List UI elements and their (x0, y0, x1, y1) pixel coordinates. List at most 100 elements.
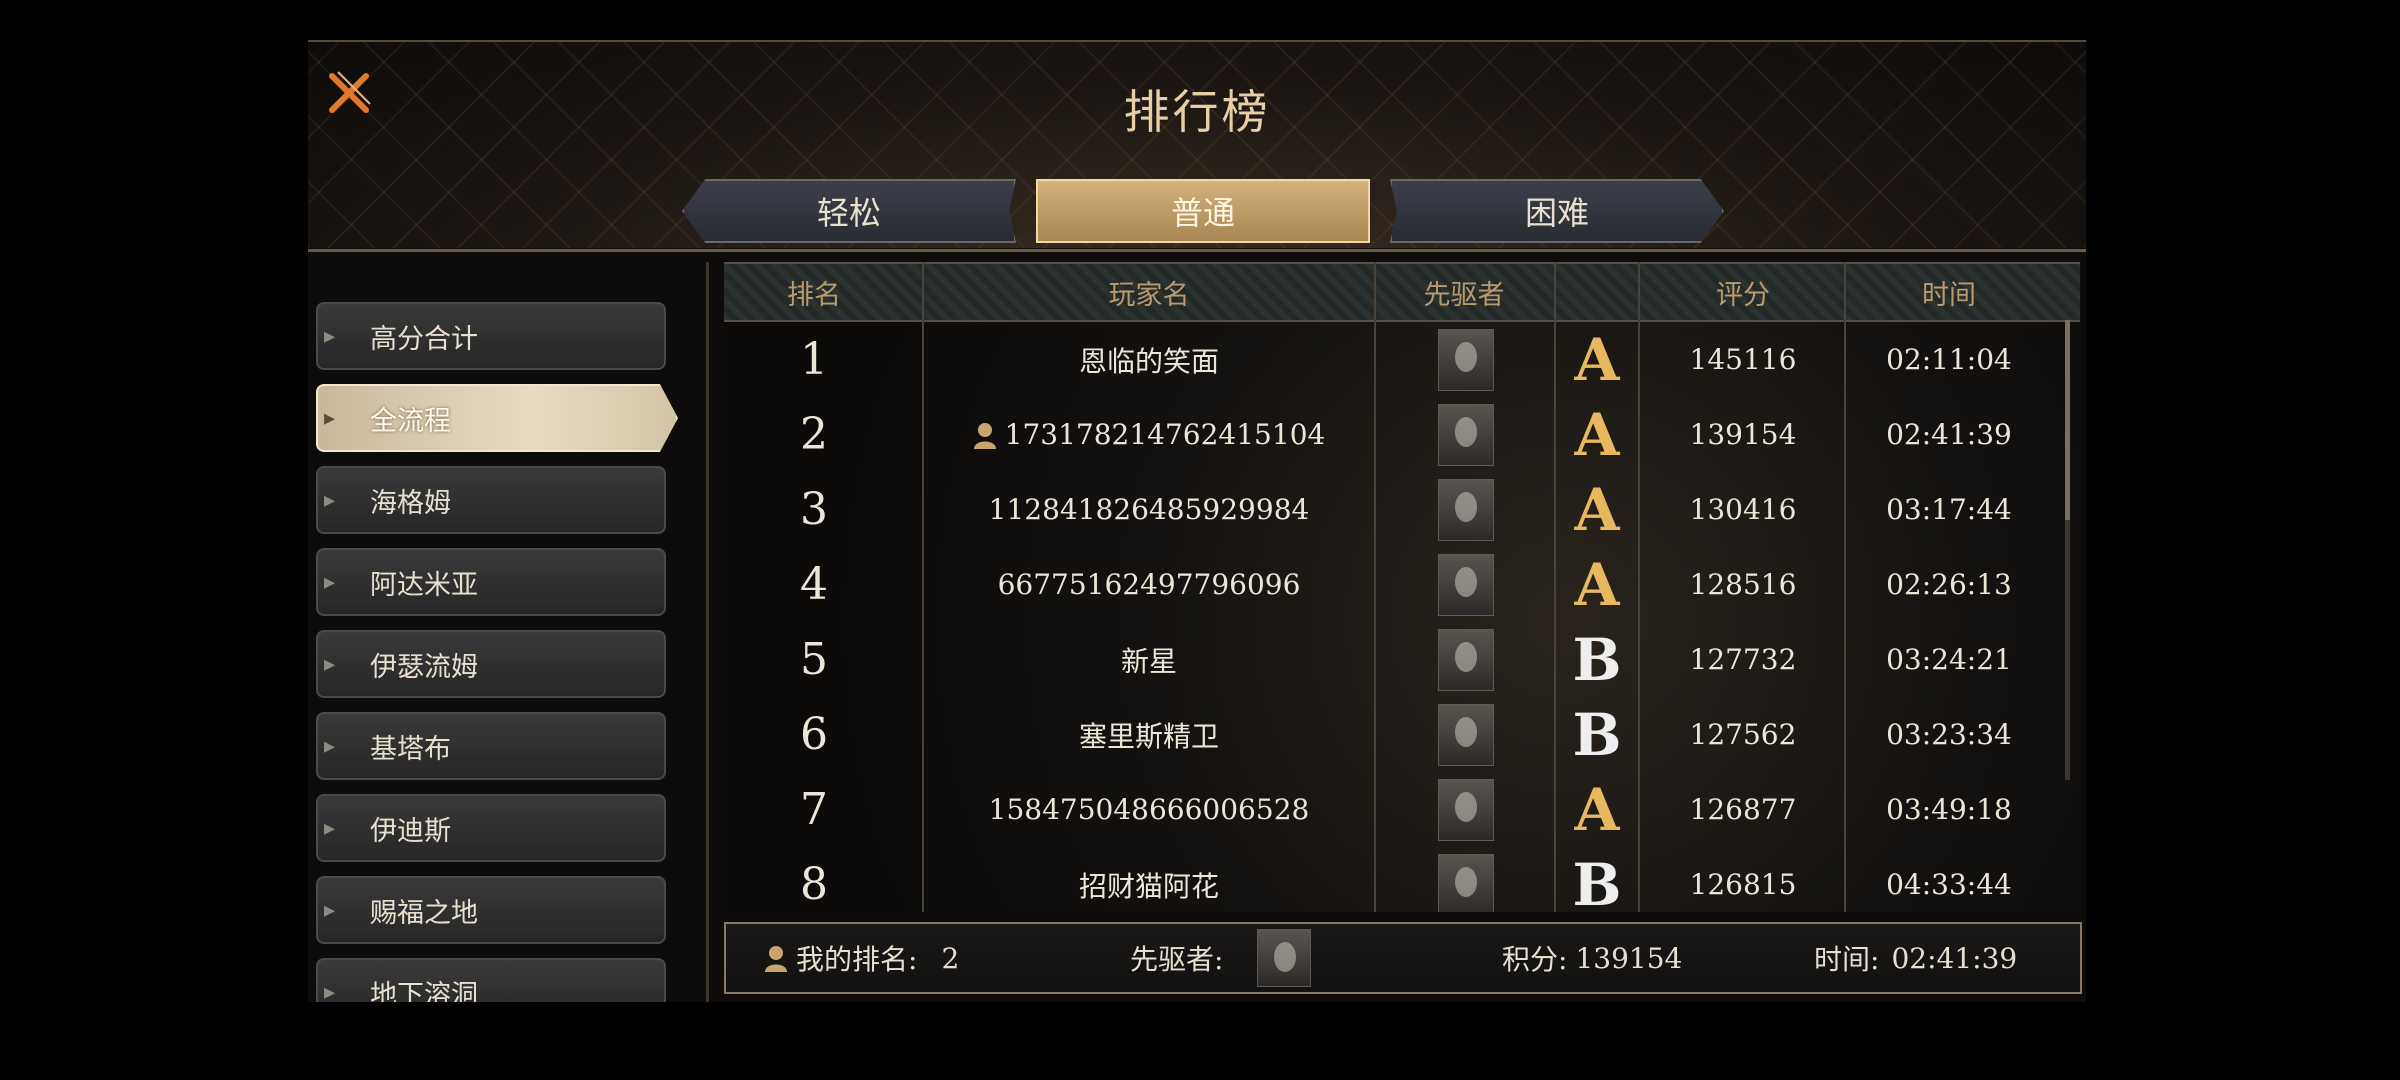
tab-easy[interactable]: 轻松 (682, 179, 1016, 243)
sidebar-item-high-score-total[interactable]: ▸ 高分合计 (316, 302, 666, 370)
pioneer-avatar (1438, 328, 1494, 391)
chevron-right-icon: ▸ (324, 569, 336, 595)
player-name: 塞里斯精卫 (1078, 719, 1219, 753)
sidebar-item-haigemu[interactable]: ▸ 海格姆 (316, 466, 666, 534)
grade-badge: A (1574, 775, 1620, 844)
grade-badge: A (1574, 475, 1620, 544)
pioneer-avatar (1438, 628, 1494, 691)
leaderboard-table: 排名 玩家名 先驱者 评分 时间 1 恩临的笑面 A 145116 02:11:04 2 1… (724, 262, 2080, 912)
grade-badge: A (1574, 325, 1620, 394)
my-rank: 我的排名: 2 (764, 924, 959, 992)
header-rank: 排名 (787, 279, 841, 311)
player-name: 新星 (1120, 644, 1177, 678)
sidebar-item-yiseliumu[interactable]: ▸ 伊瑟流姆 (316, 630, 666, 698)
header-time: 时间 (1922, 279, 1976, 311)
rank-cell: 5 (800, 634, 828, 685)
table-row[interactable]: 8 招财猫阿花 B 126815 04:33:44 (724, 847, 2080, 912)
chevron-right-icon: ▸ (324, 323, 336, 349)
time-cell: 02:41:39 (1886, 418, 2012, 451)
header-player: 玩家名 (1108, 279, 1190, 311)
sidebar-item-label: 地下溶洞 (370, 979, 478, 1003)
header-banner: 排行榜 轻松 普通 困难 (308, 40, 2086, 252)
grade-badge: A (1574, 550, 1620, 619)
leaderboard-panel: 排行榜 轻松 普通 困难 ▸ 高分合计 ▸ 全流程 ▸ 海格姆 ▸ 阿达米亚 ▸… (308, 40, 2086, 1002)
pioneer-avatar (1438, 778, 1494, 841)
table-row[interactable]: 7 158475048666006528 A 126877 03:49:18 (724, 772, 2080, 847)
my-rank-value: 2 (941, 941, 960, 975)
grade-badge: B (1572, 850, 1622, 913)
time-cell: 03:23:34 (1886, 718, 2012, 751)
sidebar-item-adamiya[interactable]: ▸ 阿达米亚 (316, 548, 666, 616)
table-row[interactable]: 2 173178214762415104 A 139154 02:41:39 (724, 397, 2080, 472)
player-cell: 173178214762415104 (924, 397, 1374, 472)
rank-cell: 3 (800, 484, 828, 535)
sidebar-item-jitabu[interactable]: ▸ 基塔布 (316, 712, 666, 780)
score-cell: 127732 (1689, 643, 1797, 676)
chevron-right-icon: ▸ (324, 487, 336, 513)
time-cell: 02:11:04 (1886, 343, 2012, 376)
user-icon (973, 422, 996, 449)
my-time: 时间: 02:41:39 (1814, 924, 2017, 992)
pioneer-avatar (1257, 929, 1312, 987)
pioneer-cell (1436, 772, 1496, 847)
table-row[interactable]: 1 恩临的笑面 A 145116 02:11:04 (724, 322, 2080, 397)
sidebar-item-cave[interactable]: ▸ 地下溶洞 (316, 958, 666, 1002)
rank-cell: 2 (800, 409, 828, 460)
tab-hard[interactable]: 困难 (1390, 179, 1724, 243)
time-value: 02:41:39 (1891, 941, 2018, 975)
player-cell: 新星 (924, 622, 1374, 697)
pioneer-cell (1436, 322, 1496, 397)
sidebar-item-yidisi[interactable]: ▸ 伊迪斯 (316, 794, 666, 862)
grade-badge: B (1572, 625, 1622, 694)
pioneer-cell (1436, 547, 1496, 622)
sidebar-item-label: 全流程 (370, 405, 451, 437)
sidebar-item-full-run[interactable]: ▸ 全流程 (316, 384, 678, 452)
rank-cell: 8 (800, 859, 828, 910)
chevron-right-icon: ▸ (324, 651, 336, 677)
pioneer-cell (1436, 397, 1496, 472)
time-cell: 03:17:44 (1886, 493, 2012, 526)
table-row[interactable]: 5 新星 B 127732 03:24:21 (724, 622, 2080, 697)
pioneer-label: 先驱者: (1130, 943, 1224, 976)
chevron-right-icon: ▸ (324, 897, 336, 923)
pioneer-avatar (1438, 853, 1494, 912)
scrollbar-thumb[interactable] (2065, 320, 2070, 520)
sidebar-item-cifu[interactable]: ▸ 赐福之地 (316, 876, 666, 944)
player-cell: 塞里斯精卫 (924, 697, 1374, 772)
score-cell: 139154 (1689, 418, 1797, 451)
score-cell: 130416 (1689, 493, 1797, 526)
table-row[interactable]: 4 66775162497796096 A 128516 02:26:13 (724, 547, 2080, 622)
header-pioneer: 先驱者 (1423, 279, 1505, 311)
chevron-right-icon: ▸ (324, 815, 336, 841)
score-cell: 126877 (1689, 793, 1797, 826)
table-header: 排名 玩家名 先驱者 评分 时间 (724, 262, 2080, 322)
pioneer-cell (1436, 472, 1496, 547)
grade-badge: B (1572, 700, 1622, 769)
score-value: 139154 (1575, 941, 1683, 975)
time-cell: 03:24:21 (1886, 643, 2012, 676)
chevron-right-icon: ▸ (324, 733, 336, 759)
sidebar-item-label: 阿达米亚 (370, 569, 478, 601)
sidebar-item-label: 伊迪斯 (370, 815, 451, 847)
pioneer-avatar (1438, 703, 1494, 766)
grade-badge: A (1574, 400, 1620, 469)
sidebar: ▸ 高分合计 ▸ 全流程 ▸ 海格姆 ▸ 阿达米亚 ▸ 伊瑟流姆 ▸ 基塔布 ▸… (312, 262, 732, 1002)
rank-cell: 7 (800, 784, 828, 835)
player-name: 招财猫阿花 (1078, 869, 1219, 903)
sidebar-item-label: 基塔布 (370, 733, 451, 765)
table-row[interactable]: 6 塞里斯精卫 B 127562 03:23:34 (724, 697, 2080, 772)
player-cell: 66775162497796096 (924, 547, 1374, 622)
pioneer-avatar (1438, 403, 1494, 466)
sidebar-item-label: 赐福之地 (370, 897, 478, 929)
rank-cell: 4 (800, 559, 828, 610)
chevron-right-icon: ▸ (324, 979, 336, 1003)
my-rank-bar: 我的排名: 2 先驱者: 积分: 139154 时间: 02:41:39 (724, 922, 2082, 994)
player-name: 112841826485929984 (988, 493, 1310, 526)
player-name: 恩临的笑面 (1078, 344, 1219, 378)
score-cell: 145116 (1689, 343, 1797, 376)
table-row[interactable]: 3 112841826485929984 A 130416 03:17:44 (724, 472, 2080, 547)
score-cell: 128516 (1689, 568, 1797, 601)
tab-normal[interactable]: 普通 (1036, 179, 1370, 243)
pioneer-avatar (1438, 478, 1494, 541)
sidebar-item-label: 伊瑟流姆 (370, 651, 478, 683)
